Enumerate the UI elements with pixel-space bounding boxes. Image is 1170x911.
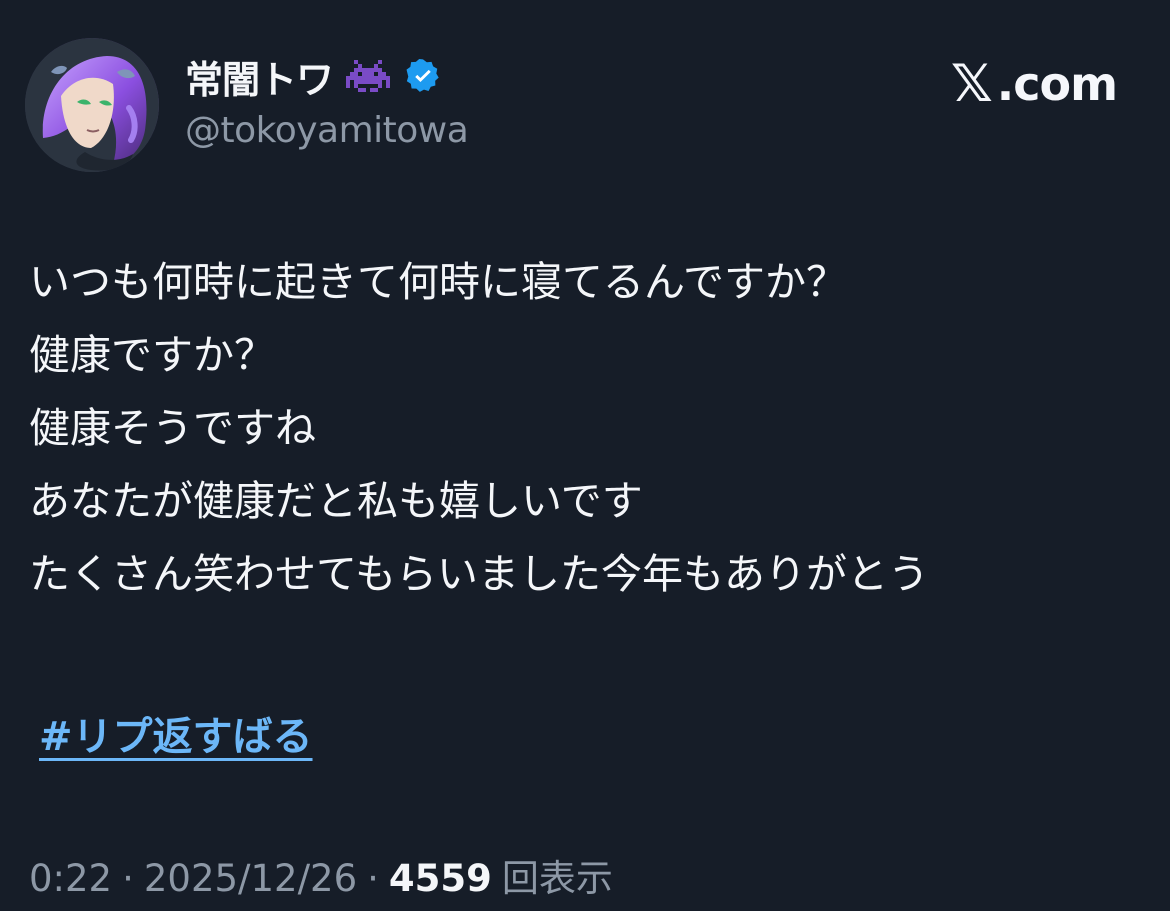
- display-name-row: 常闇トワ: [185, 50, 443, 102]
- post-date: 2025/12/26: [143, 857, 358, 900]
- post-line-4: あなたが健康だと私も嬉しいです: [29, 477, 643, 525]
- user-handle[interactable]: @tokoyamitowa: [185, 110, 469, 151]
- post-line-5: たくさん笑わせてもらいました今年もありがとう: [29, 550, 929, 598]
- meta-separator: ·: [367, 857, 379, 900]
- post-text: いつも何時に起きて何時に寝てるんですか？ 健康ですか？ 健康そうですね あなたが…: [29, 246, 1139, 611]
- views-count: 4559: [388, 857, 492, 900]
- post-line-2: 健康ですか？: [29, 331, 275, 379]
- space-invader-icon: [345, 56, 391, 96]
- post-line-1: いつも何時に起きて何時に寝てるんですか？: [29, 258, 847, 306]
- post-header: 常闇トワ @tokoyamitowa 𝕏 .com: [25, 38, 1145, 173]
- post-meta: 0:22 · 2025/12/26 · 4559 回表示: [29, 848, 613, 902]
- post-line-3: 健康そうですね: [29, 404, 316, 452]
- meta-separator: ·: [122, 857, 134, 900]
- x-com-brand: 𝕏 .com: [950, 54, 1118, 114]
- brand-domain-text: .com: [996, 57, 1118, 111]
- views-label: 回表示: [501, 857, 613, 900]
- verified-badge-icon[interactable]: [403, 56, 443, 96]
- hashtag-link[interactable]: #リプ返すばる: [39, 704, 313, 762]
- display-name[interactable]: 常闇トワ: [185, 49, 334, 104]
- x-logo-icon: 𝕏: [950, 54, 993, 114]
- avatar[interactable]: [25, 38, 159, 172]
- post-time: 0:22: [29, 857, 113, 900]
- avatar-image: [25, 38, 159, 172]
